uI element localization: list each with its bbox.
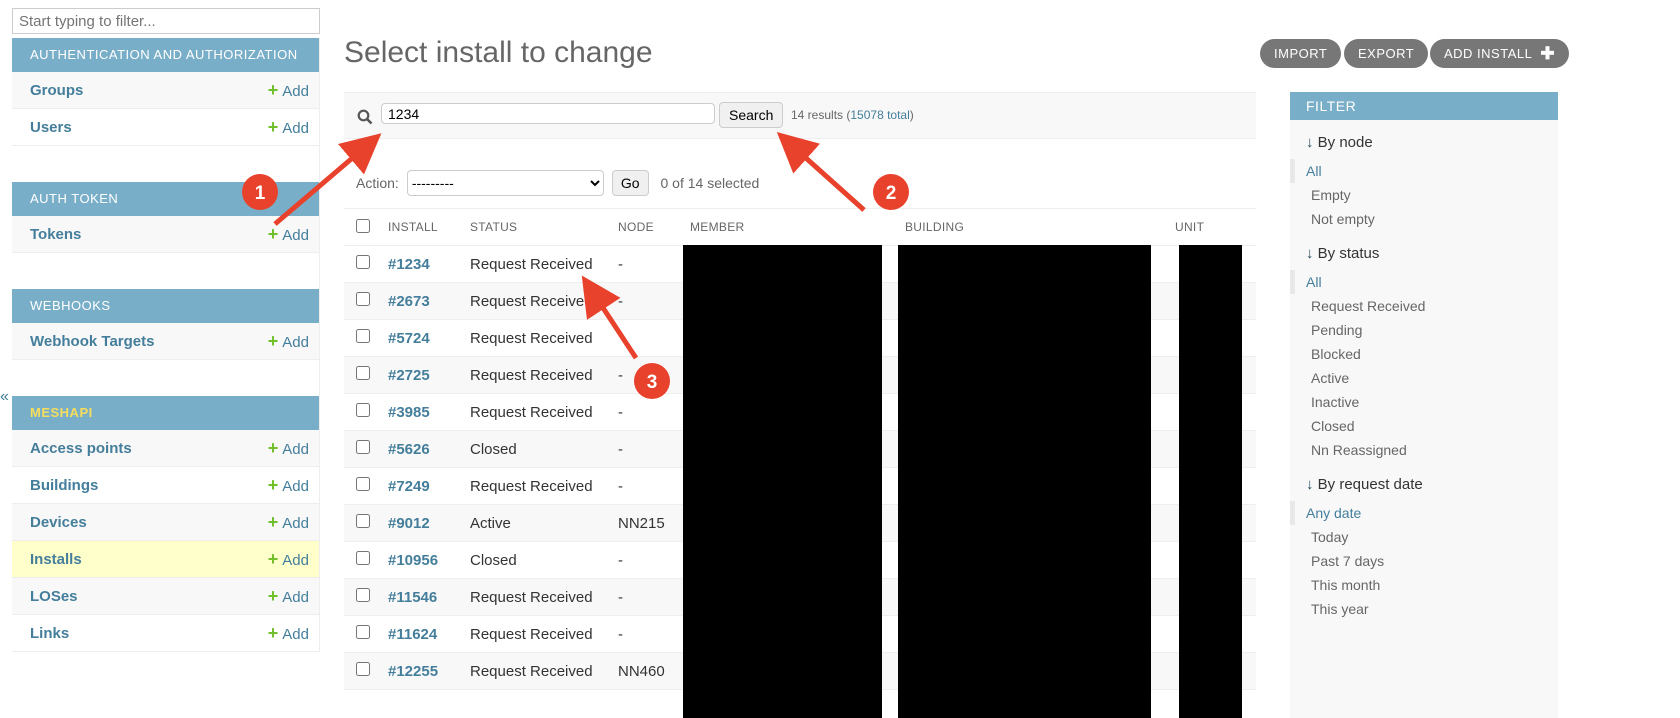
svg-text:1: 1 bbox=[255, 183, 266, 204]
annotation-marker-2: 2 bbox=[873, 174, 909, 210]
annotation-arrow-3 bbox=[581, 275, 639, 360]
svg-text:2: 2 bbox=[886, 183, 897, 204]
annotation-marker-3: 3 bbox=[634, 363, 670, 399]
svg-text:3: 3 bbox=[647, 372, 658, 393]
annotation-arrow-1 bbox=[273, 133, 382, 226]
annotation-marker-1: 1 bbox=[242, 174, 278, 210]
annotation-arrow-2 bbox=[776, 131, 866, 212]
annotation-overlay: 1 2 3 bbox=[242, 131, 909, 399]
